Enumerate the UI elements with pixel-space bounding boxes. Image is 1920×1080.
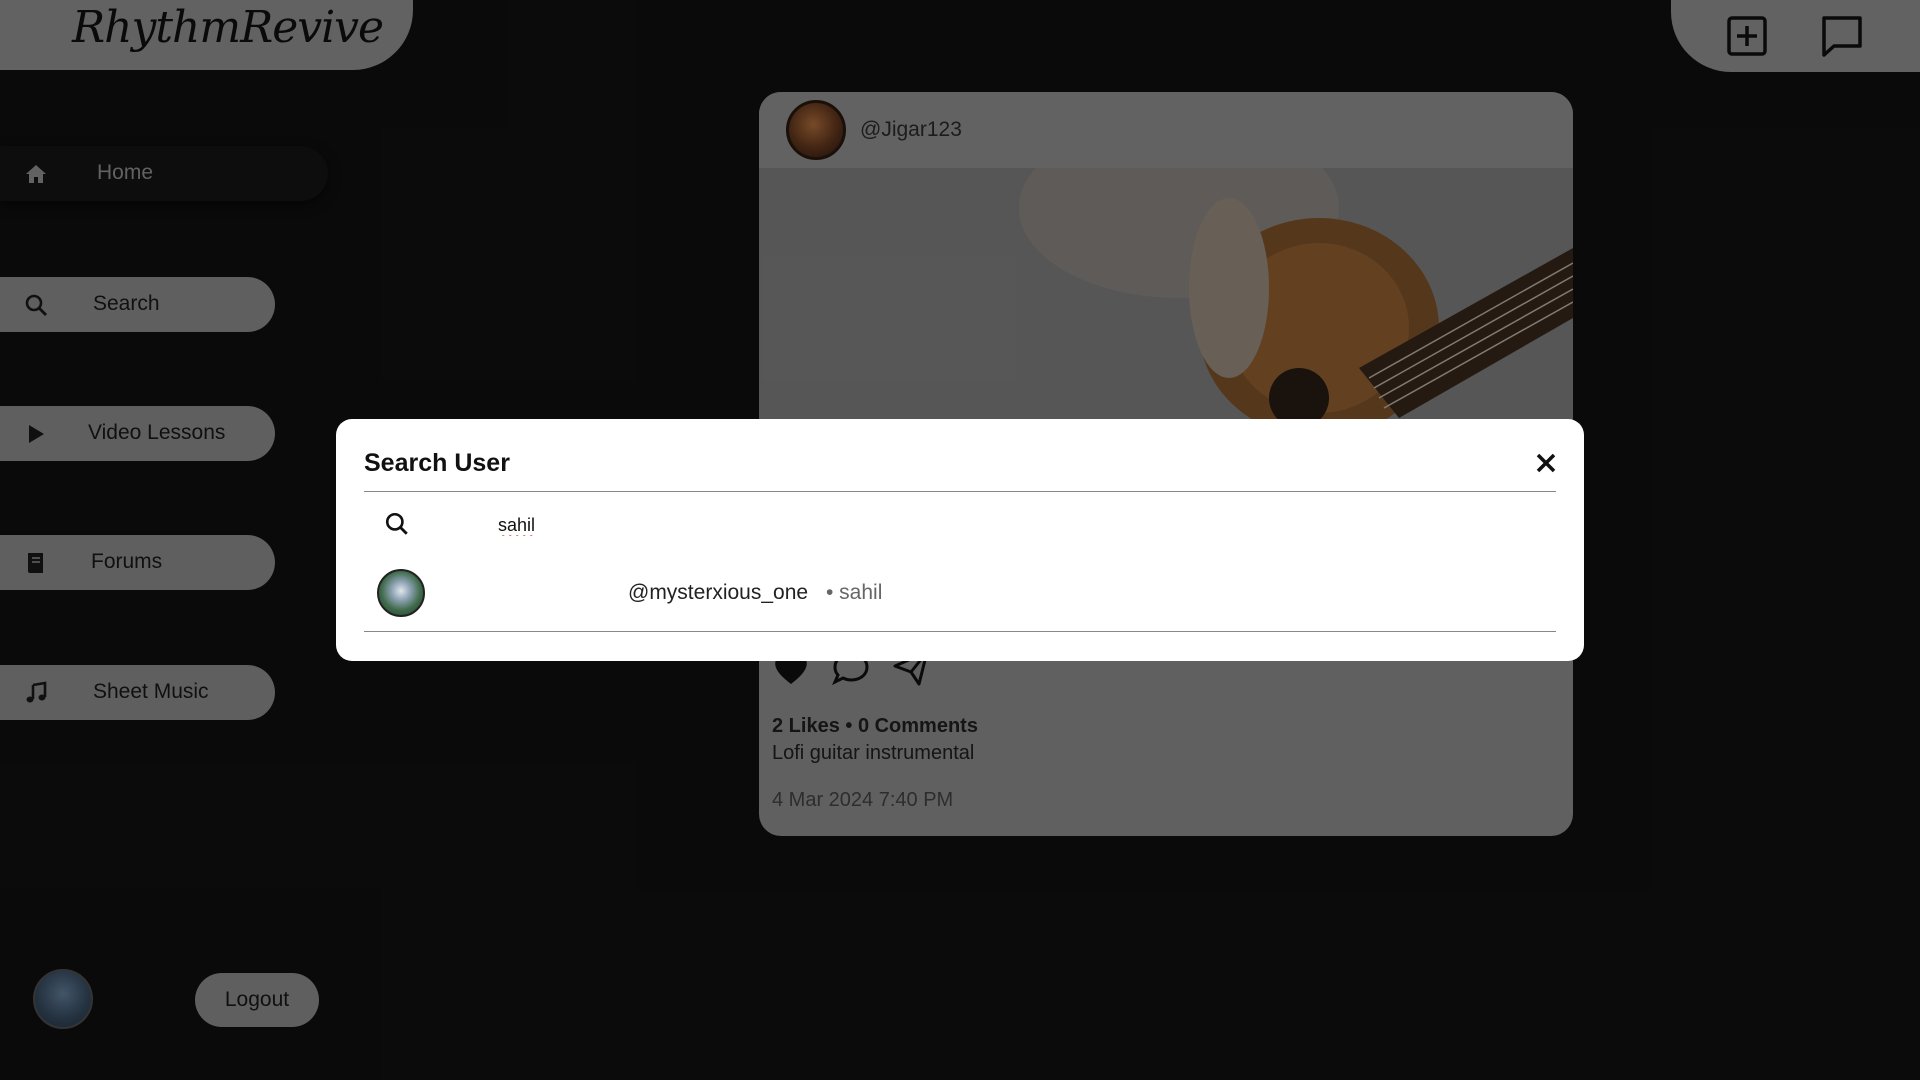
search-result-row[interactable]: @mysterxious_one • sahil xyxy=(364,559,1556,629)
result-name: • sahil xyxy=(826,581,883,604)
close-icon[interactable] xyxy=(1532,449,1560,477)
result-handle: @mysterxious_one xyxy=(628,581,809,604)
modal-divider xyxy=(364,631,1556,632)
search-icon xyxy=(385,512,408,535)
result-avatar xyxy=(377,569,425,617)
search-input[interactable] xyxy=(496,509,1400,541)
modal-title: Search User xyxy=(364,449,510,477)
modal-divider xyxy=(364,491,1556,492)
search-user-modal: Search User @mysterxious_one • sahil xyxy=(336,419,1584,661)
